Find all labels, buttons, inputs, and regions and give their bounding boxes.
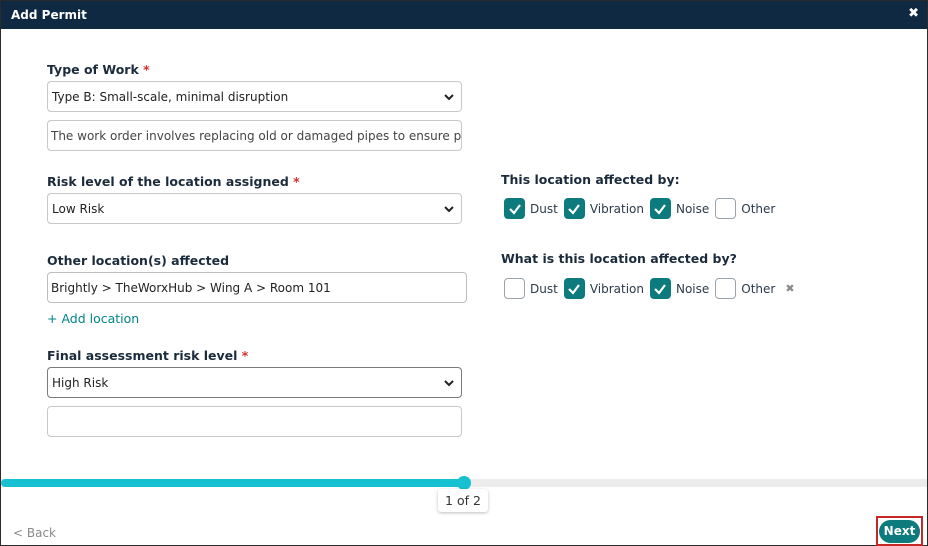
progress-track: [1, 476, 927, 490]
dialog-titlebar: Add Permit ✖: [1, 1, 927, 29]
checkbox-label-vibration: Vibration: [589, 201, 644, 216]
page-indicator: 1 of 2: [438, 489, 488, 512]
risk-level-value: Low Risk: [52, 202, 105, 216]
chevron-down-icon: [444, 380, 454, 387]
next-button[interactable]: Next: [879, 520, 920, 543]
chevron-down-icon: [444, 206, 454, 213]
checkbox-dust[interactable]: [504, 198, 525, 219]
other-locations-value: Brightly > TheWorxHub > Wing A > Room 10…: [51, 281, 331, 295]
required-mark: *: [241, 348, 249, 363]
final-risk-label-text: Final assessment risk level: [47, 348, 238, 363]
checkbox-label-other: Other: [741, 201, 776, 216]
back-button[interactable]: < Back: [13, 526, 56, 540]
checkbox-dust[interactable]: [504, 278, 525, 299]
checkbox-noise[interactable]: [649, 198, 671, 219]
risk-level-label-text: Risk level of the location assigned: [47, 174, 289, 189]
checkbox-label-dust: Dust: [530, 281, 558, 296]
affected-by-1-label: This location affected by:: [501, 172, 680, 187]
work-description-field[interactable]: The work order involves replacing old or…: [47, 120, 462, 151]
type-of-work-value: Type B: Small-scale, minimal disruption: [52, 90, 289, 104]
check-icon: [654, 283, 667, 295]
checkbox-label-noise: Noise: [675, 281, 710, 296]
check-icon: [654, 203, 667, 215]
add-location-link[interactable]: + Add location: [47, 311, 139, 326]
other-locations-label: Other location(s) affected: [47, 253, 230, 268]
dialog-title: Add Permit: [11, 8, 87, 22]
clear-icon[interactable]: ✖: [785, 282, 794, 295]
affected-by-2-label: What is this location affected by?: [501, 251, 737, 266]
type-of-work-label: Type of Work *: [47, 62, 150, 77]
checkbox-vibration[interactable]: [563, 198, 585, 219]
checkbox-label-vibration: Vibration: [589, 281, 644, 296]
final-risk-notes-field[interactable]: [47, 406, 462, 437]
required-mark: *: [293, 174, 300, 189]
affected-by-1-options: Dust Vibration Noise Other: [504, 198, 781, 219]
close-icon[interactable]: ✖: [908, 6, 919, 21]
risk-level-label: Risk level of the location assigned *: [47, 174, 300, 189]
checkbox-noise[interactable]: [649, 278, 671, 299]
checkbox-other[interactable]: [715, 198, 737, 219]
add-permit-dialog: Add Permit ✖ Type of Work * Type B: Smal…: [0, 0, 928, 546]
checkbox-vibration[interactable]: [563, 278, 585, 299]
type-of-work-label-text: Type of Work: [47, 62, 139, 77]
check-icon: [568, 283, 581, 295]
affected-by-2-options: Dust Vibration Noise Other ✖: [504, 278, 795, 299]
progress-knob[interactable]: [457, 476, 471, 490]
check-icon: [508, 203, 521, 215]
required-mark: *: [143, 62, 150, 77]
work-description-value: The work order involves replacing old or…: [51, 129, 462, 143]
checkbox-label-dust: Dust: [530, 201, 558, 216]
final-risk-label: Final assessment risk level *: [47, 348, 248, 363]
other-locations-field[interactable]: Brightly > TheWorxHub > Wing A > Room 10…: [47, 272, 467, 303]
final-risk-select[interactable]: High Risk: [47, 367, 462, 398]
progress-fill: [1, 479, 464, 487]
type-of-work-select[interactable]: Type B: Small-scale, minimal disruption: [47, 81, 462, 112]
chevron-down-icon: [444, 94, 454, 101]
checkbox-label-other: Other: [741, 281, 776, 296]
checkbox-label-noise: Noise: [675, 201, 710, 216]
checkbox-other[interactable]: [715, 278, 737, 299]
risk-level-select[interactable]: Low Risk: [47, 193, 462, 224]
final-risk-value: High Risk: [52, 376, 109, 390]
check-icon: [568, 203, 581, 215]
